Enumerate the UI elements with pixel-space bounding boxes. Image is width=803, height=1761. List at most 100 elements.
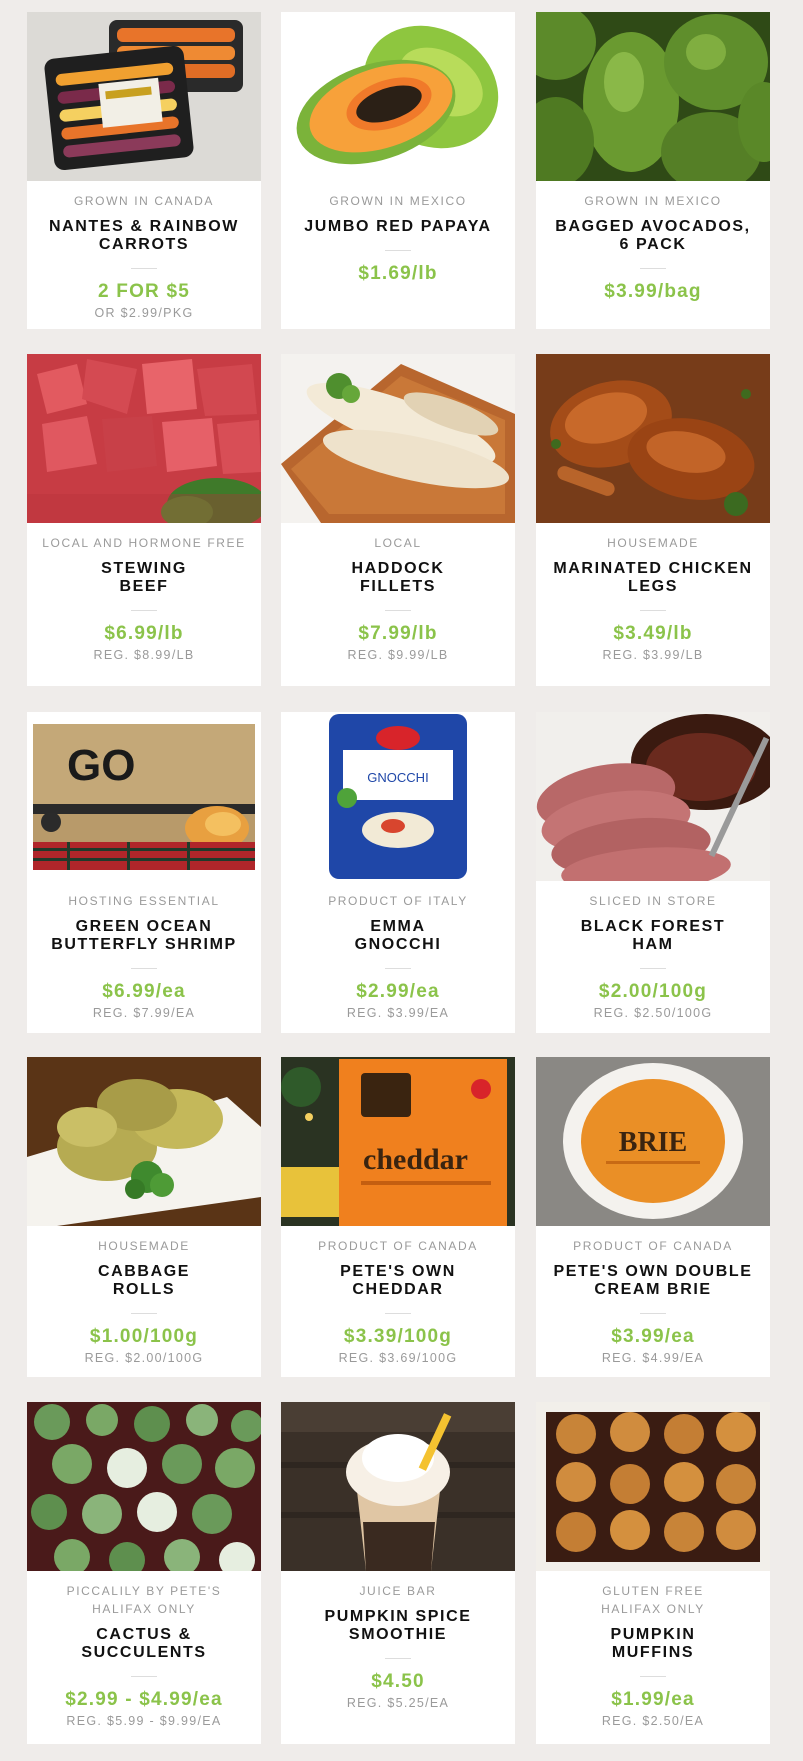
shrimp-box-photo: GO: [27, 712, 261, 881]
product-price: $2.00/100g: [598, 981, 708, 1002]
shrimp-logo-text: GO: [67, 741, 135, 790]
product-origin: LOCAL AND HORMONE FREE: [42, 536, 246, 550]
divider: [640, 268, 666, 269]
product-price: $6.99/lb: [104, 623, 184, 644]
product-regular-price: REG. $3.99/ea: [346, 1006, 450, 1020]
product-regular-price: REG. $8.99/lb: [93, 648, 195, 662]
ham-photo: [536, 712, 770, 881]
divider: [385, 1658, 411, 1659]
divider: [131, 968, 157, 969]
product-regular-price: REG. $9.99/lb: [347, 648, 449, 662]
product-card-carrots[interactable]: GROWN IN CANADA NANTES & RAINBOW CARROTS…: [27, 12, 261, 329]
gnocchi-label-text: GNOCCHI: [367, 770, 428, 785]
papaya-photo: [281, 12, 515, 181]
beef-photo: [27, 354, 261, 523]
divider: [131, 610, 157, 611]
muffins-photo: [536, 1402, 770, 1571]
product-regular-price: REG. $2.00/100g: [84, 1351, 204, 1365]
product-card-cabbage-rolls[interactable]: HOUSEMADE CABBAGE ROLLS $1.00/100g REG. …: [27, 1057, 261, 1377]
product-origin: PRODUCT OF ITALY: [328, 894, 468, 908]
product-name: PETE'S OWN CHEDDAR: [340, 1263, 456, 1298]
product-card-brie[interactable]: BRIE PRODUCT OF CANADA PETE'S OWN DOUBLE…: [536, 1057, 770, 1377]
divider: [385, 610, 411, 611]
product-price: $4.50: [371, 1671, 425, 1692]
product-price: $1.00/100g: [89, 1326, 199, 1347]
product-origin: SLICED IN STORE: [589, 894, 717, 908]
product-price: $3.39/100g: [343, 1326, 453, 1347]
product-name: STEWING BEEF: [101, 560, 187, 595]
product-name: NANTES & RAINBOW CARROTS: [48, 218, 240, 253]
product-origin: HOUSEMADE: [98, 1239, 190, 1253]
cheddar-package-photo: cheddar: [281, 1057, 515, 1226]
product-price: $1.69/lb: [358, 263, 438, 284]
product-card-haddock[interactable]: LOCAL HADDOCK FILLETS $7.99/lb REG. $9.9…: [281, 354, 515, 686]
cactus-photo: [27, 1402, 261, 1571]
avocados-photo: [536, 12, 770, 181]
divider: [131, 1313, 157, 1314]
haddock-photo: [281, 354, 515, 523]
product-name: PUMPKIN SPICE SMOOTHIE: [324, 1608, 472, 1643]
divider: [385, 968, 411, 969]
product-card-black-forest-ham[interactable]: SLICED IN STORE BLACK FOREST HAM $2.00/1…: [536, 712, 770, 1033]
product-card-pumpkin-muffins[interactable]: GLUTEN FREE HALIFAX ONLY PUMPKIN MUFFINS…: [536, 1402, 770, 1744]
divider: [640, 968, 666, 969]
divider: [640, 610, 666, 611]
cabbage-rolls-photo: [27, 1057, 261, 1226]
product-price: 2 FOR $5: [98, 281, 190, 302]
product-origin: PRODUCT OF CANADA: [318, 1239, 478, 1253]
product-regular-price: REG. $3.69/100g: [338, 1351, 458, 1365]
product-name: EMMA GNOCCHI: [354, 918, 442, 953]
product-origin: GLUTEN FREE HALIFAX ONLY: [601, 1584, 705, 1616]
product-origin: JUICE BAR: [359, 1584, 437, 1598]
smoothie-photo: [281, 1402, 515, 1571]
brie-package-photo: BRIE: [536, 1057, 770, 1226]
product-name: HADDOCK FILLETS: [351, 560, 445, 595]
product-origin: LOCAL: [374, 536, 422, 550]
product-card-stewing-beef[interactable]: LOCAL AND HORMONE FREE STEWING BEEF $6.9…: [27, 354, 261, 686]
product-card-pumpkin-smoothie[interactable]: JUICE BAR PUMPKIN SPICE SMOOTHIE $4.50 R…: [281, 1402, 515, 1744]
product-card-gnocchi[interactable]: GNOCCHI PRODUCT OF ITALY EMMA GNOCCHI $2…: [281, 712, 515, 1033]
product-origin: GROWN IN MEXICO: [329, 194, 467, 208]
product-regular-price: REG. $3.99/lb: [602, 648, 704, 662]
product-price: $3.49/lb: [613, 623, 693, 644]
product-regular-price: OR $2.99/pkg: [94, 306, 194, 320]
product-price: $2.99/ea: [356, 981, 440, 1002]
product-regular-price: REG. $4.99/ea: [601, 1351, 705, 1365]
product-regular-price: REG. $5.25/ea: [346, 1696, 450, 1710]
product-origin: HOUSEMADE: [607, 536, 699, 550]
product-origin: GROWN IN MEXICO: [584, 194, 722, 208]
divider: [385, 250, 411, 251]
brie-label-text: BRIE: [619, 1127, 687, 1158]
product-card-butterfly-shrimp[interactable]: GO HOSTING ESSENTIAL GREEN OCEAN BUTTERF…: [27, 712, 261, 1033]
product-card-avocados[interactable]: GROWN IN MEXICO BAGGED AVOCADOS, 6 PACK …: [536, 12, 770, 329]
product-regular-price: REG. $7.99/ea: [92, 1006, 196, 1020]
product-name: BLACK FOREST HAM: [580, 918, 726, 953]
product-name: PUMPKIN MUFFINS: [610, 1626, 696, 1661]
product-name: JUMBO RED PAPAYA: [304, 218, 492, 235]
chicken-photo: [536, 354, 770, 523]
product-price: $3.99/ea: [611, 1326, 695, 1347]
product-regular-price: REG. $2.50/ea: [601, 1714, 705, 1728]
product-name: PETE'S OWN DOUBLE CREAM BRIE: [553, 1263, 753, 1298]
product-card-chicken-legs[interactable]: HOUSEMADE MARINATED CHICKEN LEGS $3.49/l…: [536, 354, 770, 686]
product-name: GREEN OCEAN BUTTERFLY SHRIMP: [51, 918, 237, 953]
product-price: $1.99/ea: [611, 1689, 695, 1710]
divider: [131, 1676, 157, 1677]
product-origin: GROWN IN CANADA: [73, 194, 214, 208]
cheddar-label-text: cheddar: [363, 1143, 468, 1176]
product-price: $2.99 - $4.99/ea: [65, 1689, 223, 1710]
product-name: CACTUS & SUCCULENTS: [81, 1626, 207, 1661]
divider: [385, 1313, 411, 1314]
product-regular-price: REG. $5.99 - $9.99/ea: [66, 1714, 222, 1728]
carrots-photo: [27, 12, 261, 181]
product-name: BAGGED AVOCADOS, 6 PACK: [555, 218, 751, 253]
product-name: MARINATED CHICKEN LEGS: [553, 560, 753, 595]
product-card-cactus[interactable]: PICCALILY BY PETE'S HALIFAX ONLY CACTUS …: [27, 1402, 261, 1744]
product-name: CABBAGE ROLLS: [97, 1263, 191, 1298]
product-card-papaya[interactable]: GROWN IN MEXICO JUMBO RED PAPAYA $1.69/l…: [281, 12, 515, 329]
divider: [131, 268, 157, 269]
product-card-cheddar[interactable]: cheddar PRODUCT OF CANADA PETE'S OWN CHE…: [281, 1057, 515, 1377]
product-origin: HOSTING ESSENTIAL: [68, 894, 220, 908]
product-regular-price: REG. $2.50/100g: [593, 1006, 713, 1020]
product-origin: PICCALILY BY PETE'S HALIFAX ONLY: [66, 1584, 222, 1616]
